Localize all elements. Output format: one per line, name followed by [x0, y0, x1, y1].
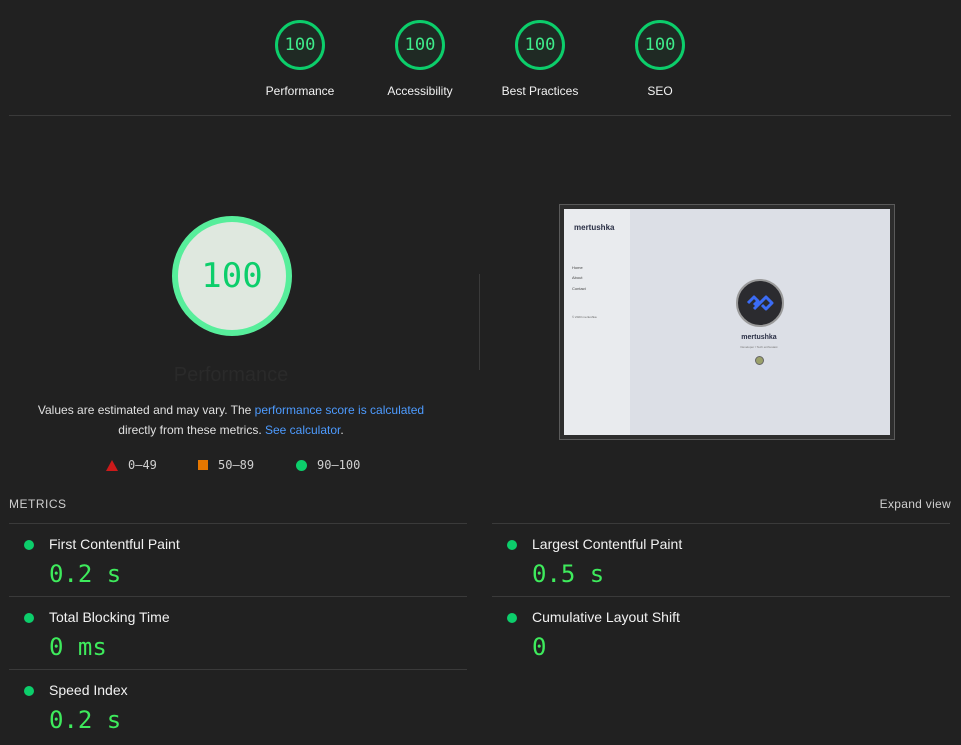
- score-description: Values are estimated and may vary. The p…: [30, 400, 432, 440]
- circle-icon: [296, 459, 307, 471]
- gauge-score: 100: [635, 20, 685, 70]
- gauge-accessibility[interactable]: 100 Accessibility: [360, 20, 480, 98]
- smiley-icon: [755, 356, 764, 365]
- category-gauges: 100 Performance 100 Accessibility 100 Be…: [0, 0, 961, 116]
- gauge-best-practices[interactable]: 100 Best Practices: [480, 20, 600, 98]
- gauge-label: Performance: [265, 84, 335, 98]
- thumb-subtitle: Developer / Tech enthusiast: [740, 345, 778, 349]
- pass-circle-icon: [507, 613, 517, 623]
- metric-title: Largest Contentful Paint: [532, 536, 683, 552]
- pass-circle-icon: [507, 540, 517, 550]
- gauge-label: SEO: [647, 84, 673, 98]
- metric-value: 0.2 s: [49, 560, 122, 588]
- thumb-footer: © 2023 mertushka: [572, 315, 597, 319]
- metric-value: 0: [532, 633, 547, 661]
- vertical-divider: [479, 274, 480, 370]
- gauge-score: 100: [395, 20, 445, 70]
- gauge-score: 100: [275, 20, 325, 70]
- square-icon: [198, 460, 208, 470]
- legend-range: 50–89: [218, 458, 255, 472]
- metric-title: Total Blocking Time: [49, 609, 170, 625]
- pass-circle-icon: [24, 540, 34, 550]
- description-text: .: [340, 423, 344, 437]
- metric-tbt: Total Blocking Time 0 ms: [9, 596, 467, 669]
- gauge-label: Accessibility: [387, 84, 453, 98]
- gauge-score: 100: [515, 20, 565, 70]
- expand-view-button[interactable]: Expand view: [880, 497, 951, 511]
- thumb-nav-item: About: [572, 275, 583, 280]
- legend-pass: 90–100: [296, 458, 360, 472]
- metrics-title: METRICS: [9, 497, 67, 511]
- pass-circle-icon: [24, 686, 34, 696]
- metric-lcp: Largest Contentful Paint 0.5 s: [492, 523, 950, 596]
- metrics-header: METRICS Expand view: [9, 497, 951, 513]
- performance-score-link[interactable]: performance score is calculated: [255, 403, 424, 417]
- screenshot-image: mertushka Home About Contact © 2023 mert…: [564, 209, 890, 435]
- logo-icon: [736, 279, 784, 327]
- metric-cls: Cumulative Layout Shift 0: [492, 596, 950, 669]
- metric-title: Speed Index: [49, 682, 128, 698]
- metric-title: First Contentful Paint: [49, 536, 180, 552]
- thumb-sidebar: [564, 209, 630, 435]
- thumb-nav-item: Home: [572, 265, 583, 270]
- legend-range: 90–100: [317, 458, 361, 472]
- score-scale-legend: 0–49 50–89 90–100: [0, 458, 480, 478]
- description-text: directly from these metrics.: [118, 423, 265, 437]
- header-divider: [9, 115, 951, 116]
- metric-fcp: First Contentful Paint 0.2 s: [9, 523, 467, 596]
- pass-circle-icon: [24, 613, 34, 623]
- thumb-brand: mertushka: [574, 223, 615, 232]
- see-calculator-link[interactable]: See calculator: [265, 423, 340, 437]
- final-screenshot[interactable]: mertushka Home About Contact © 2023 mert…: [559, 204, 895, 440]
- legend-fail: 0–49: [106, 458, 157, 472]
- gauge-performance[interactable]: 100 Performance: [240, 20, 360, 98]
- metric-value: 0.5 s: [532, 560, 605, 588]
- description-text: Values are estimated and may vary. The: [37, 403, 255, 417]
- triangle-icon: [106, 459, 118, 471]
- performance-score-label: Performance: [173, 364, 289, 386]
- gauge-seo[interactable]: 100 SEO: [600, 20, 720, 98]
- thumb-name: mertushka: [741, 334, 777, 341]
- thumb-nav-item: Contact: [572, 286, 586, 291]
- legend-range: 0–49: [128, 458, 157, 472]
- metric-speed-index: Speed Index 0.2 s: [9, 669, 467, 742]
- metric-title: Cumulative Layout Shift: [532, 609, 680, 625]
- performance-score-gauge: 100: [172, 216, 292, 336]
- legend-average: 50–89: [198, 458, 254, 472]
- metric-value: 0.2 s: [49, 706, 122, 734]
- metric-value: 0 ms: [49, 633, 107, 661]
- gauge-label: Best Practices: [501, 84, 579, 98]
